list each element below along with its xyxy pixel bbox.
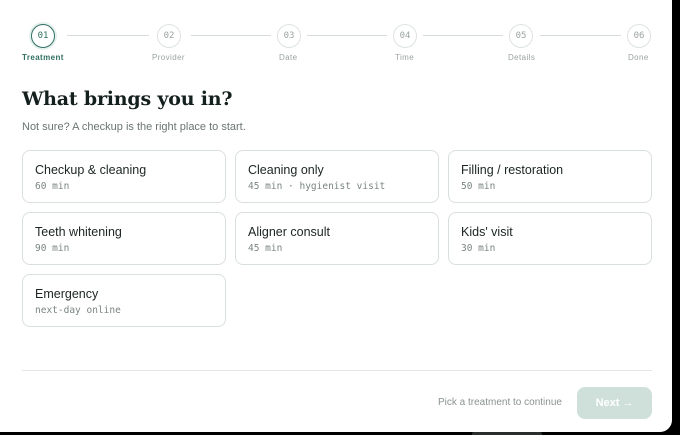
step-label: Date (279, 53, 298, 62)
treatment-card-checkup-cleaning[interactable]: Checkup & cleaning 60 min (22, 150, 226, 203)
treatment-title: Checkup & cleaning (35, 163, 147, 177)
footer-divider (22, 370, 652, 371)
treatment-title: Teeth whitening (35, 225, 122, 239)
step-number: 03 (277, 24, 301, 48)
footer-hint: Pick a treatment to continue (438, 397, 562, 408)
treatment-duration: 60 min (35, 181, 70, 192)
treatment-title: Emergency (35, 287, 99, 301)
treatment-card-aligner-consult[interactable]: Aligner consult 45 min (235, 212, 439, 265)
step-label: Time (395, 53, 415, 62)
step-connector (423, 35, 503, 36)
step-connector (191, 35, 271, 36)
page-subtitle: Not sure? A checkup is the right place t… (22, 121, 246, 133)
step-number: 04 (393, 24, 417, 48)
treatment-duration: 45 min (248, 243, 283, 254)
treatment-duration: 90 min (35, 243, 70, 254)
treatment-card-emergency[interactable]: Emergency next-day online (22, 274, 226, 327)
next-button[interactable]: Next → (577, 387, 652, 419)
treatment-duration: 45 min · hygienist visit (248, 181, 386, 192)
treatment-title: Cleaning only (248, 163, 324, 177)
step-number: 01 (31, 24, 55, 48)
step-label: Provider (152, 53, 185, 62)
treatment-card-cleaning-only[interactable]: Cleaning only 45 min · hygienist visit (235, 150, 439, 203)
step-label: Details (508, 53, 536, 62)
treatment-title: Aligner consult (248, 225, 330, 239)
step-label: Treatment (22, 53, 64, 62)
treatment-card-teeth-whitening[interactable]: Teeth whitening 90 min (22, 212, 226, 265)
step-connector (307, 35, 387, 36)
step-connector (67, 35, 149, 36)
page-title: What brings you in? (22, 88, 233, 110)
treatment-title: Filling / restoration (461, 163, 564, 177)
next-button-label: Next (595, 397, 620, 409)
treatment-title: Kids' visit (461, 225, 513, 239)
step-number: 06 (627, 24, 651, 48)
step-number: 02 (157, 24, 181, 48)
treatment-duration: 50 min (461, 181, 496, 192)
booking-window: 01 Treatment 02 Provider 03 Date 04 Time… (0, 0, 672, 432)
treatment-duration: 30 min (461, 243, 496, 254)
treatment-duration: next-day online (35, 305, 121, 316)
step-connector (540, 35, 621, 36)
step-label: Done (628, 53, 649, 62)
treatment-card-filling-restoration[interactable]: Filling / restoration 50 min (448, 150, 652, 203)
arrow-right-icon: → (622, 397, 634, 409)
progress-stepper: 01 Treatment 02 Provider 03 Date 04 Time… (0, 0, 672, 70)
step-number: 05 (509, 24, 533, 48)
treatment-card-kids-visit[interactable]: Kids' visit 30 min (448, 212, 652, 265)
